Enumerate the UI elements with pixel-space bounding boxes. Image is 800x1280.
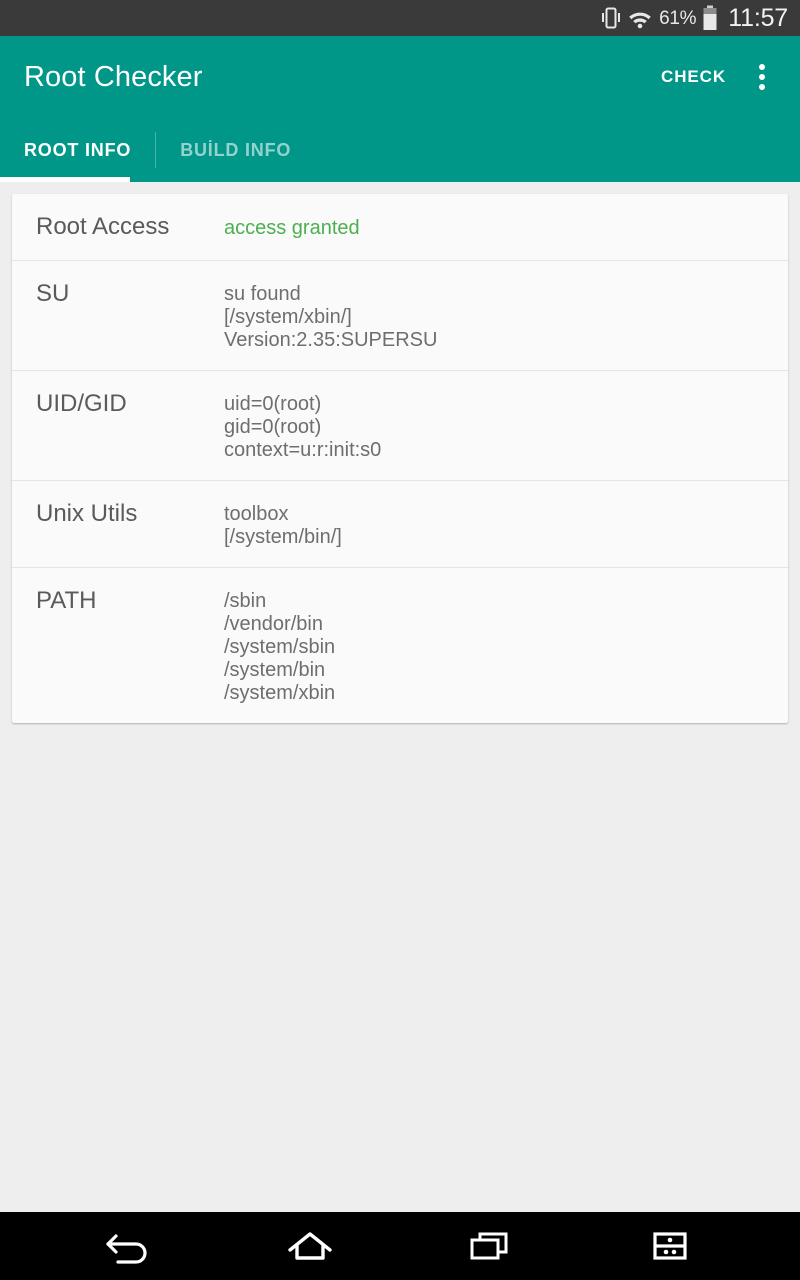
status-icon-group: 61% 11:57 xyxy=(601,5,788,31)
row-value-su: su found [/system/xbin/] Version:2.35:SU… xyxy=(224,283,438,351)
overflow-dot xyxy=(759,74,765,80)
split-screen-icon[interactable] xyxy=(630,1218,710,1274)
row-label-root-access: Root Access xyxy=(36,213,170,240)
device-screen: 61% 11:57 Root Checker CHECK ROOT INFO B… xyxy=(0,0,800,1280)
tab-build-info-label: BUİLD INFO xyxy=(180,139,292,160)
table-row[interactable]: SU su found [/system/xbin/] Version:2.35… xyxy=(12,261,788,371)
recent-apps-icon[interactable] xyxy=(450,1218,530,1274)
back-icon[interactable] xyxy=(90,1218,170,1274)
app-bar: Root Checker CHECK ROOT INFO BUİLD INFO xyxy=(0,36,800,182)
row-value-path: /sbin /vendor/bin /system/sbin /system/b… xyxy=(224,590,336,704)
vibrate-icon xyxy=(601,5,621,31)
tab-build-info[interactable]: BUİLD INFO xyxy=(156,118,315,182)
tab-root-info-label: ROOT INFO xyxy=(24,139,132,160)
row-label-unix-utils: Unix Utils xyxy=(36,500,138,527)
root-info-card: Root Access access granted SU su found [… xyxy=(12,194,788,723)
row-label-path: PATH xyxy=(36,587,97,614)
tab-bar: ROOT INFO BUİLD INFO xyxy=(0,118,800,182)
wifi-icon xyxy=(627,7,653,29)
row-label-su: SU xyxy=(36,280,70,307)
tab-root-info[interactable]: ROOT INFO xyxy=(0,118,155,182)
overflow-menu-icon[interactable] xyxy=(740,53,784,101)
home-icon[interactable] xyxy=(270,1218,350,1274)
battery-icon xyxy=(702,5,718,31)
main-content: Root Access access granted SU su found [… xyxy=(0,182,800,1212)
row-value-unix-utils: toolbox [/system/bin/] xyxy=(224,503,342,548)
row-value-root-access: access granted xyxy=(224,217,360,239)
table-row[interactable]: Root Access access granted xyxy=(12,194,788,261)
row-value-uid-gid: uid=0(root) gid=0(root) context=u:r:init… xyxy=(224,393,382,461)
check-button[interactable]: CHECK xyxy=(647,57,740,97)
app-bar-top-row: Root Checker CHECK xyxy=(0,36,800,118)
overflow-dot xyxy=(759,84,765,90)
navigation-bar xyxy=(0,1212,800,1280)
row-label-uid-gid: UID/GID xyxy=(36,390,127,417)
table-row[interactable]: UID/GID uid=0(root) gid=0(root) context=… xyxy=(12,371,788,481)
page-title: Root Checker xyxy=(24,60,203,93)
status-bar: 61% 11:57 xyxy=(0,0,800,36)
table-row[interactable]: Unix Utils toolbox [/system/bin/] xyxy=(12,481,788,568)
status-bar-clock: 11:57 xyxy=(728,3,788,32)
overflow-dot xyxy=(759,64,765,70)
battery-percent-label: 61% xyxy=(659,7,697,29)
active-tab-indicator xyxy=(0,177,130,182)
table-row[interactable]: PATH /sbin /vendor/bin /system/sbin /sys… xyxy=(12,568,788,723)
